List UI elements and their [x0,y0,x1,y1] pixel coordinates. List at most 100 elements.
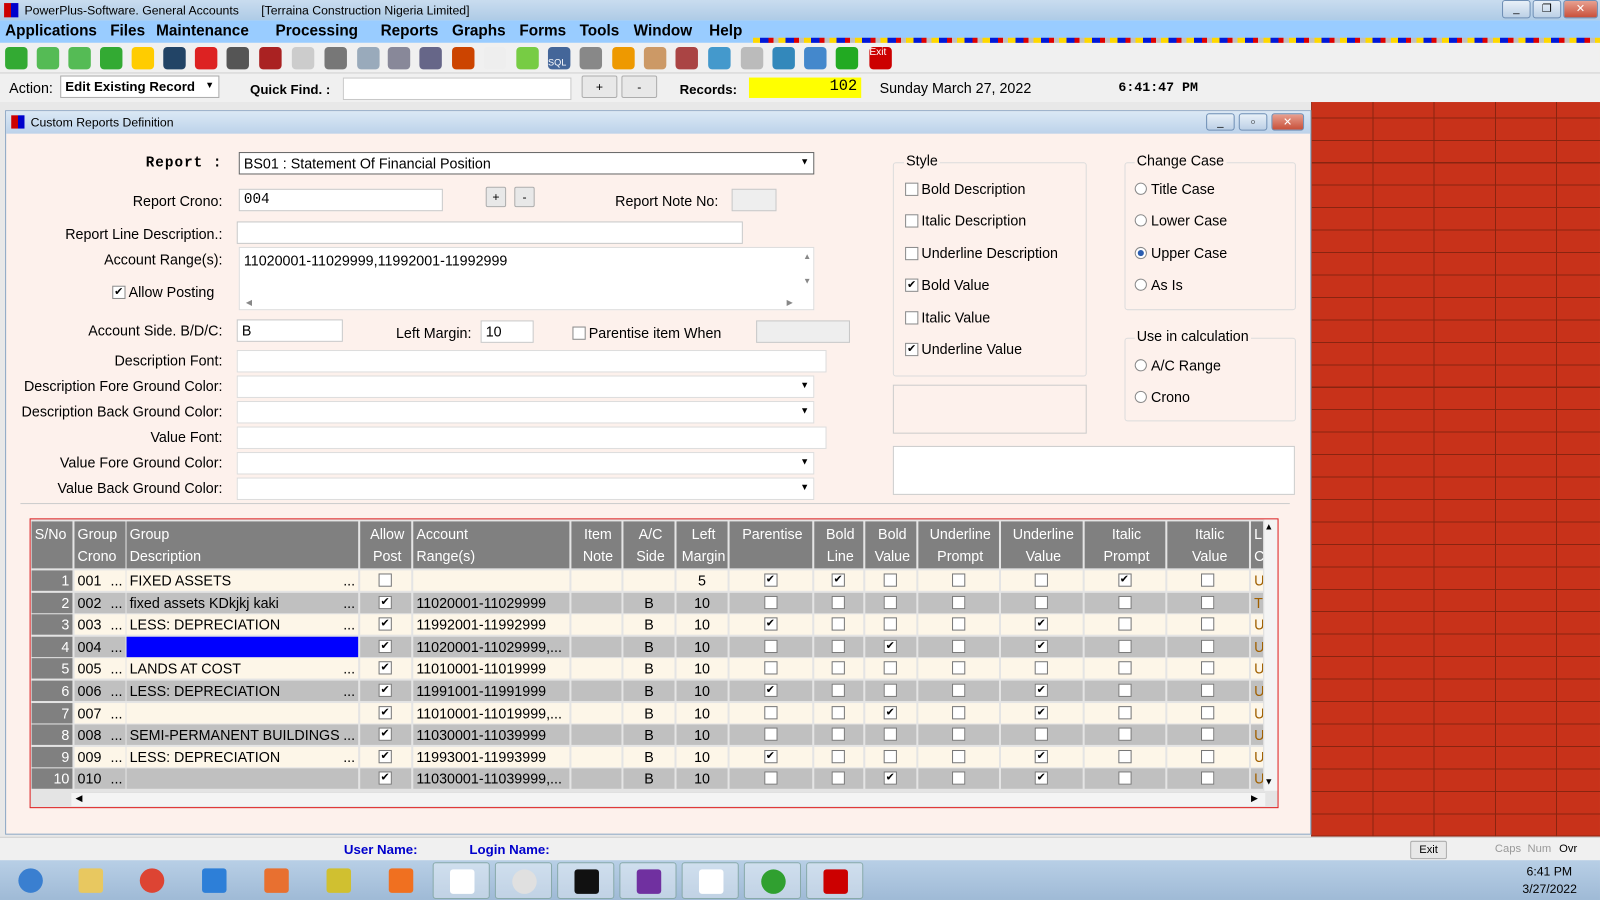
par-checkbox[interactable]: ✔ [763,573,778,587]
cell-iv[interactable] [1167,680,1249,702]
cell-bv[interactable]: ✔ [865,636,917,657]
ellipsis-button[interactable]: ... [343,570,355,590]
uv-checkbox[interactable] [1034,727,1048,742]
powerplus-icon[interactable] [806,862,864,899]
briefcase-icon[interactable] [452,46,475,70]
quickfind-plus-button[interactable]: + [581,75,618,98]
ellipsis-button[interactable]: ... [343,747,355,767]
uv-checkbox[interactable]: ✔ [1034,617,1048,631]
table-row[interactable]: 3 003... LESS: DEPRECIATION... ✔ 11992001-11… [31,614,1266,635]
iv-checkbox[interactable] [1201,617,1215,631]
bl-checkbox[interactable] [831,661,845,675]
ellipsis-button[interactable]: ... [111,570,123,590]
uv-checkbox[interactable]: ✔ [1034,639,1048,653]
grid-header-uv[interactable]: Underline Value [1001,521,1083,569]
ellipsis-button[interactable]: ... [111,725,123,745]
cell-par[interactable] [729,658,813,679]
cell-par[interactable] [729,592,813,613]
allow-checkbox[interactable]: ✔ [378,705,392,719]
cell-ip[interactable] [1084,768,1166,790]
ip-checkbox[interactable]: ✔ [1117,573,1132,587]
iv-checkbox[interactable] [1201,639,1215,653]
ellipsis-button[interactable]: ... [111,703,123,723]
table-row[interactable]: 6 006... LESS: DEPRECIATION... ✔ 11991001-11… [31,680,1266,702]
cell-par[interactable] [729,768,813,790]
up-checkbox[interactable] [951,749,965,764]
ellipsis-button[interactable]: ... [111,659,123,679]
bl-checkbox[interactable] [831,617,845,631]
cell-iv[interactable] [1167,614,1249,635]
up-checkbox[interactable] [951,661,965,675]
print-icon[interactable] [324,46,347,70]
allow-checkbox[interactable] [378,573,392,587]
change-case-radio[interactable] [1134,182,1147,195]
cell-iv[interactable] [1167,702,1249,724]
grid-header-last[interactable]: LC [1251,521,1264,569]
grid-header-note[interactable]: Item Note [571,521,622,569]
sql-icon[interactable]: SQL [547,46,571,70]
window-close-button[interactable]: ✕ [1271,113,1305,131]
ip-checkbox[interactable] [1117,705,1132,719]
cell-ip[interactable] [1084,614,1166,635]
new-icon[interactable] [131,46,155,70]
menu-forms[interactable]: Forms [519,22,566,39]
bv-checkbox[interactable]: ✔ [883,705,897,719]
opera-icon[interactable] [494,862,553,899]
report-select[interactable]: BS01 : Statement Of Financial Position ▼ [238,152,815,175]
cell-par[interactable] [729,724,813,746]
cell-bl[interactable] [814,614,864,635]
info-icon[interactable] [708,46,731,70]
table-row[interactable]: 5 005... LANDS AT COST... ✔ 11010001-1101999… [31,658,1266,680]
ellipsis-button[interactable]: ... [111,592,123,612]
ip-checkbox[interactable] [1117,771,1132,786]
par-checkbox[interactable] [763,705,778,719]
help-book-icon[interactable] [619,862,677,899]
report-note-input[interactable] [731,188,777,212]
allow-checkbox[interactable]: ✔ [378,727,392,742]
description-fg-color-select[interactable]: ▼ [236,375,815,398]
style-checkbox[interactable]: ✔ [905,278,919,293]
presenter-icon[interactable] [675,46,698,70]
cell-ip[interactable] [1084,724,1166,746]
cell-bv[interactable] [865,746,917,768]
table-row[interactable]: 2 002... fixed assets KDkjkj kaki... ✔ 11020… [31,592,1266,613]
cell-bl[interactable] [814,636,864,657]
iv-checkbox[interactable] [1201,749,1215,764]
bv-checkbox[interactable] [883,617,897,631]
cell-allow[interactable]: ✔ [360,658,412,679]
grid-header-par[interactable]: Parentise [729,521,813,569]
cell-up[interactable] [918,680,999,702]
document-icon[interactable] [483,46,507,70]
description-font-input[interactable] [236,349,827,373]
cell-allow[interactable]: ✔ [360,724,412,746]
cell-ip[interactable] [1084,636,1166,657]
right-arrow-icon[interactable] [68,46,91,70]
value-bg-color-select[interactable]: ▼ [236,477,815,500]
style-checkbox[interactable] [905,214,919,228]
cell-up[interactable] [918,592,999,613]
account-range-textarea[interactable]: 11020001-11029999,11992001-11992999 ▲ ▼ ◀ ▶ [238,246,815,311]
cell-bv[interactable] [865,658,917,679]
par-checkbox[interactable]: ✔ [763,749,778,764]
par-checkbox[interactable] [763,595,778,609]
bl-checkbox[interactable] [831,727,845,742]
allow-checkbox[interactable]: ✔ [378,771,392,786]
report-lines-grid[interactable]: S/No Group Crono Group Description Allow Post A… [29,518,1279,809]
value-font-input[interactable] [236,426,827,449]
cell-ip[interactable] [1084,592,1166,613]
ellipsis-button[interactable]: ... [111,614,123,634]
par-checkbox[interactable] [763,661,778,675]
grid-header-iv[interactable]: Italic Value [1167,521,1249,569]
bl-checkbox[interactable] [831,749,845,764]
chrome-icon[interactable] [123,862,180,899]
cell-allow[interactable]: ✔ [360,702,412,724]
cell-up[interactable] [918,614,999,635]
bv-checkbox[interactable] [883,595,897,609]
quickfind-input[interactable] [342,77,572,100]
horizontal-scrollbar[interactable] [71,791,1266,807]
cmd-icon[interactable] [557,862,615,899]
change-case-radio[interactable] [1134,246,1147,259]
menu-maintenance[interactable]: Maintenance [156,22,249,39]
menu-reports[interactable]: Reports [381,22,439,39]
par-checkbox[interactable] [763,727,778,742]
